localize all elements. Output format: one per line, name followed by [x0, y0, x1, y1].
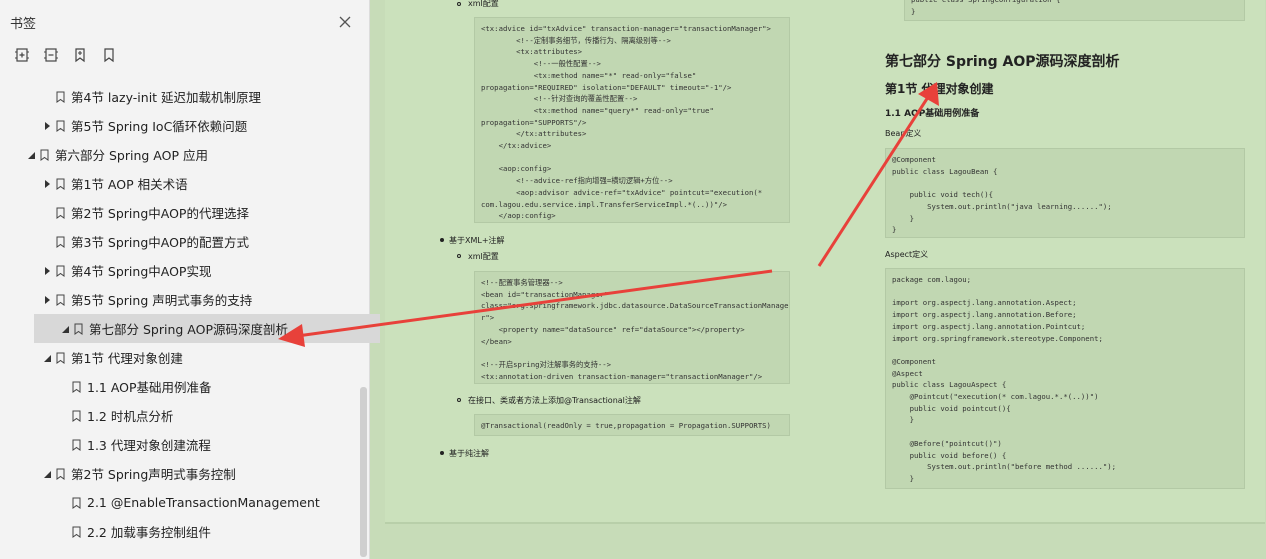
spacer [58, 382, 68, 392]
pure-annotation-label: 基于纯注解 [449, 449, 489, 458]
transactional-tip: 在接口、类或者方法上添加@Transactional注解 [468, 396, 641, 405]
expand-arrow-icon[interactable] [42, 121, 52, 131]
collapse-arrow-icon[interactable] [26, 150, 36, 160]
spacer [42, 92, 52, 102]
spacer [42, 237, 52, 247]
bookmark-icon [72, 439, 81, 451]
bookmark-item[interactable]: 第4节 Spring中AOP实现 [0, 256, 360, 285]
bookmark-icon [56, 294, 65, 306]
bookmark-icon [72, 381, 81, 393]
collapse-arrow-icon[interactable] [42, 353, 52, 363]
bookmark-item[interactable]: 第七部分 Spring AOP源码深度剖析 [34, 314, 380, 343]
add-bookmark-icon[interactable] [72, 47, 88, 63]
bookmark-item[interactable]: 第4节 lazy-init 延迟加载机制原理 [0, 82, 360, 111]
bookmark-icon [56, 207, 65, 219]
bookmark-item[interactable]: 第六部分 Spring AOP 应用 [0, 140, 360, 169]
bean-definition-label: Bean定义 [885, 129, 922, 138]
bookmark-icon [56, 352, 65, 364]
list-circle-icon [457, 254, 461, 258]
expand-arrow-icon[interactable] [42, 295, 52, 305]
bookmark-icon [56, 265, 65, 277]
transactional-code-block: @Transactional(readOnly = true,propagati… [474, 414, 790, 436]
bookmark-icon [56, 178, 65, 190]
bookmark-label: 2.2 加载事务控制组件 [87, 525, 211, 540]
xml-config-label-2: xml配置 [468, 252, 499, 261]
bookmark-label: 2.1 @EnableTransactionManagement [87, 495, 320, 510]
bookmark-label: 第4节 lazy-init 延迟加载机制原理 [71, 90, 262, 105]
bookmark-label: 第5节 Spring 声明式事务的支持 [71, 293, 253, 308]
tx-advice-code-block: <tx:advice id="txAdvice" transaction-man… [474, 17, 790, 223]
bookmark-label: 第1节 AOP 相关术语 [71, 177, 188, 192]
bookmark-label: 1.2 时机点分析 [87, 409, 174, 424]
spacer [58, 440, 68, 450]
expand-arrow-icon[interactable] [42, 266, 52, 276]
bookmark-label: 第七部分 Spring AOP源码深度剖析 [89, 322, 288, 337]
bookmark-icon[interactable] [101, 47, 117, 63]
bookmark-icon [72, 410, 81, 422]
bookmark-icon [56, 120, 65, 132]
aspect-definition-label: Aspect定义 [885, 250, 929, 259]
collapse-arrow-icon[interactable] [60, 324, 70, 334]
bookmark-icon [72, 526, 81, 538]
expand-all-icon[interactable] [14, 47, 30, 63]
close-icon[interactable] [338, 15, 352, 29]
bookmark-toolbar [14, 47, 117, 63]
bookmark-item[interactable]: 2.2 加载事务控制组件 [0, 517, 360, 546]
bookmark-item[interactable]: 第2节 Spring声明式事务控制 [0, 459, 360, 488]
bookmark-icon [56, 236, 65, 248]
bookmark-icon [56, 468, 65, 480]
bookmark-icon [40, 149, 49, 161]
bookmark-item[interactable]: 第2节 Spring中AOP的代理选择 [0, 198, 360, 227]
spacer [42, 208, 52, 218]
bookmarks-title: 书签 [10, 17, 37, 32]
list-bullet-icon [440, 451, 444, 455]
bookmark-item[interactable]: 1.1 AOP基础用例准备 [0, 372, 360, 401]
bookmark-item[interactable]: 第5节 Spring 声明式事务的支持 [0, 285, 360, 314]
bookmark-label: 第5节 Spring IoC循环依赖问题 [71, 119, 248, 134]
bookmark-icon [56, 91, 65, 103]
list-circle-icon [457, 2, 461, 6]
spring-configuration-code-block: public class SpringConfiguration { } [904, 0, 1245, 21]
collapse-arrow-icon[interactable] [42, 469, 52, 479]
bookmark-item[interactable]: 第1节 代理对象创建 [0, 343, 360, 372]
xml-config-label: xml配置 [468, 0, 499, 8]
bookmark-tree: 第4节 lazy-init 延迟加载机制原理 第5节 Spring IoC循环依赖… [0, 82, 380, 546]
lagou-aspect-code-block: package com.lagou; import org.aspectj.la… [885, 268, 1245, 489]
spacer [58, 411, 68, 421]
bookmark-item[interactable]: 1.2 时机点分析 [0, 401, 360, 430]
bookmark-label: 第2节 Spring中AOP的代理选择 [71, 206, 249, 221]
bookmark-label: 第六部分 Spring AOP 应用 [55, 148, 208, 163]
list-circle-icon [457, 398, 461, 402]
document-page: xml配置 <tx:advice id="txAdvice" transacti… [385, 0, 1265, 524]
bookmark-icon [72, 497, 81, 509]
bookmark-item[interactable]: 第1节 AOP 相关术语 [0, 169, 360, 198]
bookmark-item[interactable]: 第5节 Spring IoC循环依赖问题 [0, 111, 360, 140]
spacer [58, 498, 68, 508]
bookmark-label: 第1节 代理对象创建 [71, 351, 183, 366]
bookmarks-panel: 书签 第4节 lazy-init 延迟加载机制原理 第5节 Spring IoC循… [0, 0, 380, 559]
collapse-all-icon[interactable] [43, 47, 59, 63]
expand-arrow-icon[interactable] [42, 179, 52, 189]
bookmark-label: 1.1 AOP基础用例准备 [87, 380, 212, 395]
spacer [58, 527, 68, 537]
list-bullet-icon [440, 238, 444, 242]
sidebar-scrollbar[interactable] [360, 387, 367, 557]
bookmark-icon [74, 323, 83, 335]
bookmark-label: 第3节 Spring中AOP的配置方式 [71, 235, 249, 250]
bookmark-label: 第2节 Spring声明式事务控制 [71, 467, 236, 482]
part-seven-heading: 第七部分 Spring AOP源码深度剖析 [885, 54, 1120, 70]
bookmark-item[interactable]: 第3节 Spring中AOP的配置方式 [0, 227, 360, 256]
bookmark-item[interactable]: 1.3 代理对象创建流程 [0, 430, 360, 459]
document-view: xml配置 <tx:advice id="txAdvice" transacti… [371, 0, 1266, 559]
bookmark-item[interactable]: 2.1 @EnableTransactionManagement [0, 488, 360, 517]
subsection-heading: 1.1 AOP基础用例准备 [885, 109, 980, 119]
bookmark-label: 第4节 Spring中AOP实现 [71, 264, 212, 279]
bookmark-label: 1.3 代理对象创建流程 [87, 438, 211, 453]
lagou-bean-code-block: @Component public class LagouBean { publ… [885, 148, 1245, 238]
section-one-heading: 第1节 代理对象创建 [885, 82, 994, 96]
transaction-manager-code-block: <!--配置事务管理器--> <bean id="transactionMana… [474, 271, 790, 384]
xml-annotation-label: 基于XML+注解 [449, 236, 505, 245]
